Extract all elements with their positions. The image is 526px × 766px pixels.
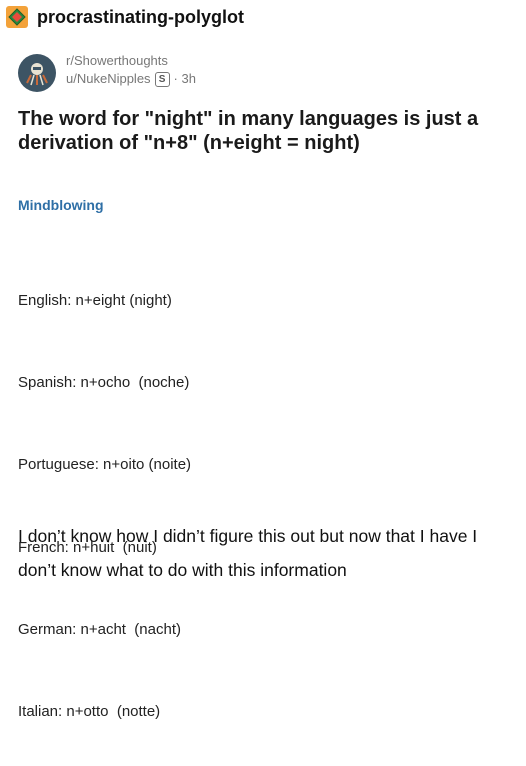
post-meta: r/Showerthoughts u/NukeNipples S · 3h [18,50,196,92]
translation-list: English: n+eight (night) Spanish: n+ocho… [18,255,191,766]
diamond-icon [8,8,26,26]
blog-name[interactable]: procrastinating-polyglot [37,7,244,28]
blog-avatar[interactable] [6,6,28,28]
post-flair[interactable]: Mindblowing [18,197,104,213]
blog-header: procrastinating-polyglot [6,2,244,32]
robot-icon [26,63,48,86]
post-title[interactable]: The word for "night" in many languages i… [18,107,508,155]
username-link[interactable]: u/NukeNipples [66,70,151,88]
comment-text: I don’t know how I didn’t figure this ou… [18,526,478,580]
list-item: German: n+acht (nacht) [18,620,181,638]
user-avatar[interactable] [18,54,56,92]
list-item: English: n+eight (night) [18,292,172,309]
badge-icon: S [154,71,170,87]
user-line: u/NukeNipples S · 3h [66,70,196,88]
post-time: · 3h [173,71,196,86]
list-item: Italian: n+otto (notte) [18,702,161,720]
list-item: Portuguese: n+oito (noite) [18,456,192,474]
subreddit-link[interactable]: r/Showerthoughts [66,52,196,70]
list-item: Spanish: n+ocho (noche) [18,374,190,392]
